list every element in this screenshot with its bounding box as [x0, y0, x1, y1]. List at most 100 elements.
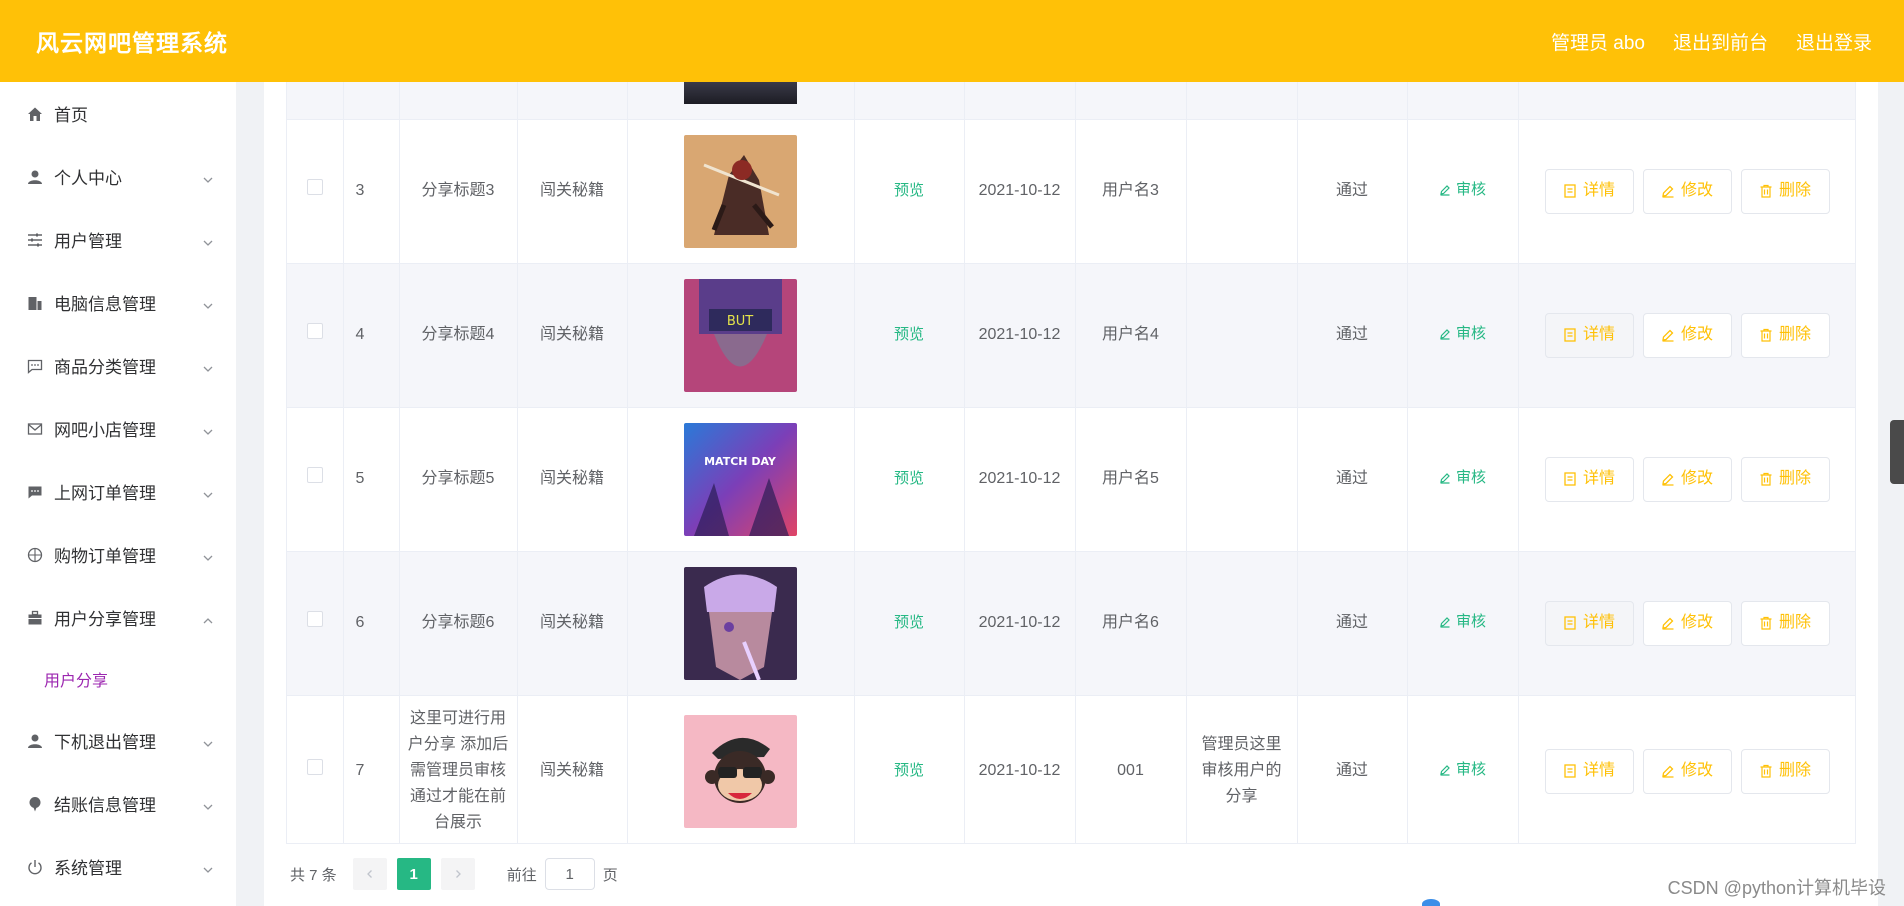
sidebar-item-label: 结账信息管理 [54, 796, 156, 815]
share-user: 用户名3 [1075, 119, 1187, 264]
trash-icon [1760, 328, 1772, 342]
pagination: 共 7 条 1 前往 页 [290, 858, 618, 890]
edit-icon [1662, 617, 1674, 630]
audit-button[interactable]: 审核 [1439, 609, 1486, 635]
preview-link[interactable]: 预览 [894, 470, 924, 487]
document-icon [1564, 328, 1576, 342]
edit-icon [1440, 329, 1450, 340]
chevron-down-icon [202, 735, 214, 747]
edit-label: 修改 [1680, 762, 1713, 779]
document-icon [1564, 472, 1576, 486]
edit-icon [1440, 185, 1450, 196]
chevron-down-icon [202, 486, 214, 498]
detail-label: 详情 [1582, 470, 1615, 487]
share-image [684, 82, 797, 105]
edit-button[interactable]: 修改 [1642, 748, 1732, 794]
row-checkbox[interactable] [306, 467, 323, 483]
briefcase-icon [26, 609, 44, 627]
sidebar-item-label: 系统管理 [54, 859, 122, 878]
sidebar-item-computer-info[interactable]: 电脑信息管理 [0, 271, 236, 334]
edit-icon [1662, 473, 1674, 486]
sidebar-item-category[interactable]: 商品分类管理 [0, 334, 236, 397]
audit-label: 审核 [1455, 325, 1486, 342]
chevron-down-icon [202, 234, 214, 246]
preview-link[interactable]: 预览 [894, 326, 924, 343]
goto-page-input[interactable] [544, 858, 595, 890]
sidebar-item-checkout[interactable]: 结账信息管理 [0, 772, 236, 835]
pin-icon [26, 795, 44, 813]
audit-button[interactable]: 审核 [1439, 177, 1486, 203]
next-page-button[interactable] [440, 858, 475, 890]
preview-link[interactable]: 预览 [894, 614, 924, 631]
delete-button[interactable]: 删除 [1740, 312, 1830, 358]
row-checkbox[interactable] [306, 759, 323, 775]
sidebar-item-label: 上网订单管理 [54, 484, 156, 503]
exit-to-front-link[interactable]: 退出到前台 [1673, 28, 1768, 55]
edit-button[interactable]: 修改 [1642, 456, 1732, 502]
sidebar-item-label: 首页 [54, 106, 88, 125]
audit-reply [1186, 263, 1298, 408]
sidebar-item-label: 用户分享管理 [54, 610, 156, 629]
sidebar-item-label: 电脑信息管理 [54, 295, 156, 314]
edit-button[interactable]: 修改 [1642, 168, 1732, 214]
row-index: 5 [343, 407, 400, 552]
chevron-down-icon [202, 171, 214, 183]
share-user: 用户名4 [1075, 263, 1187, 408]
watermark: CSDN @python计算机毕设 [1667, 878, 1886, 898]
sidebar-item-logoff[interactable]: 下机退出管理 [0, 709, 236, 772]
main-content: 3 分享标题3 闯关秘籍 预览 2021-10-12 用户名3 通过 审核 详情… [236, 82, 1904, 906]
detail-button[interactable]: 详情 [1544, 748, 1634, 794]
sidebar-item-system[interactable]: 系统管理 [0, 835, 236, 898]
audit-status: 通过 [1297, 119, 1408, 264]
sidebar-item-label: 下机退出管理 [54, 733, 156, 752]
detail-button[interactable]: 详情 [1544, 600, 1634, 646]
row-checkbox[interactable] [306, 323, 323, 339]
audit-button[interactable]: 审核 [1439, 321, 1486, 347]
preview-link[interactable]: 预览 [894, 182, 924, 199]
app-title: 风云网吧管理系统 [36, 30, 228, 56]
prev-page-button[interactable] [352, 858, 387, 890]
sidebar-item-user-share[interactable]: 用户分享管理 [0, 586, 236, 649]
share-user: 用户名6 [1075, 551, 1187, 696]
detail-button[interactable]: 详情 [1544, 168, 1634, 214]
total-count: 共 7 条 [290, 866, 337, 884]
row-checkbox[interactable] [306, 179, 323, 195]
sidebar-item-shop[interactable]: 网吧小店管理 [0, 397, 236, 460]
delete-button[interactable]: 删除 [1740, 456, 1830, 502]
edit-icon [1440, 617, 1450, 628]
share-table: 3 分享标题3 闯关秘籍 预览 2021-10-12 用户名3 通过 审核 详情… [286, 82, 1856, 844]
sidebar-subitem-user-share[interactable]: 用户分享 [0, 649, 236, 709]
side-drawer-handle[interactable] [1890, 420, 1904, 484]
audit-status: 通过 [1297, 263, 1408, 408]
detail-button[interactable]: 详情 [1544, 312, 1634, 358]
admin-name[interactable]: 管理员 abo [1551, 28, 1645, 55]
sidebar-item-user-management[interactable]: 用户管理 [0, 208, 236, 271]
delete-button[interactable]: 删除 [1740, 600, 1830, 646]
delete-button[interactable]: 删除 [1740, 168, 1830, 214]
sidebar-item-home[interactable]: 首页 [0, 82, 236, 145]
audit-button[interactable]: 审核 [1439, 465, 1486, 491]
sidebar-item-personal-center[interactable]: 个人中心 [0, 145, 236, 208]
page-number[interactable]: 1 [396, 858, 431, 890]
edit-button[interactable]: 修改 [1642, 312, 1732, 358]
sidebar: 首页 个人中心 用户管理 电脑信息管理 商品分类管理 网吧小店管理 上网订单管理… [0, 82, 236, 906]
row-checkbox[interactable] [306, 611, 323, 627]
home-icon [26, 105, 44, 123]
chevron-down-icon [202, 861, 214, 873]
audit-button[interactable]: 审核 [1439, 757, 1486, 783]
detail-button[interactable]: 详情 [1544, 456, 1634, 502]
document-icon [1564, 616, 1576, 630]
chevron-down-icon [202, 798, 214, 810]
sidebar-item-label: 商品分类管理 [54, 358, 156, 377]
edit-button[interactable]: 修改 [1642, 600, 1732, 646]
document-icon [1564, 184, 1576, 198]
trash-icon [1760, 184, 1772, 198]
sidebar-item-shopping-orders[interactable]: 购物订单管理 [0, 523, 236, 586]
preview-link[interactable]: 预览 [894, 762, 924, 779]
document-icon [1564, 764, 1576, 778]
share-title: 这里可进行用户分享 添加后需管理员审核通过才能在前台展示 [399, 695, 518, 843]
logout-link[interactable]: 退出登录 [1796, 28, 1872, 55]
share-image [684, 714, 797, 828]
delete-button[interactable]: 删除 [1740, 748, 1830, 794]
sidebar-item-online-orders[interactable]: 上网订单管理 [0, 460, 236, 523]
